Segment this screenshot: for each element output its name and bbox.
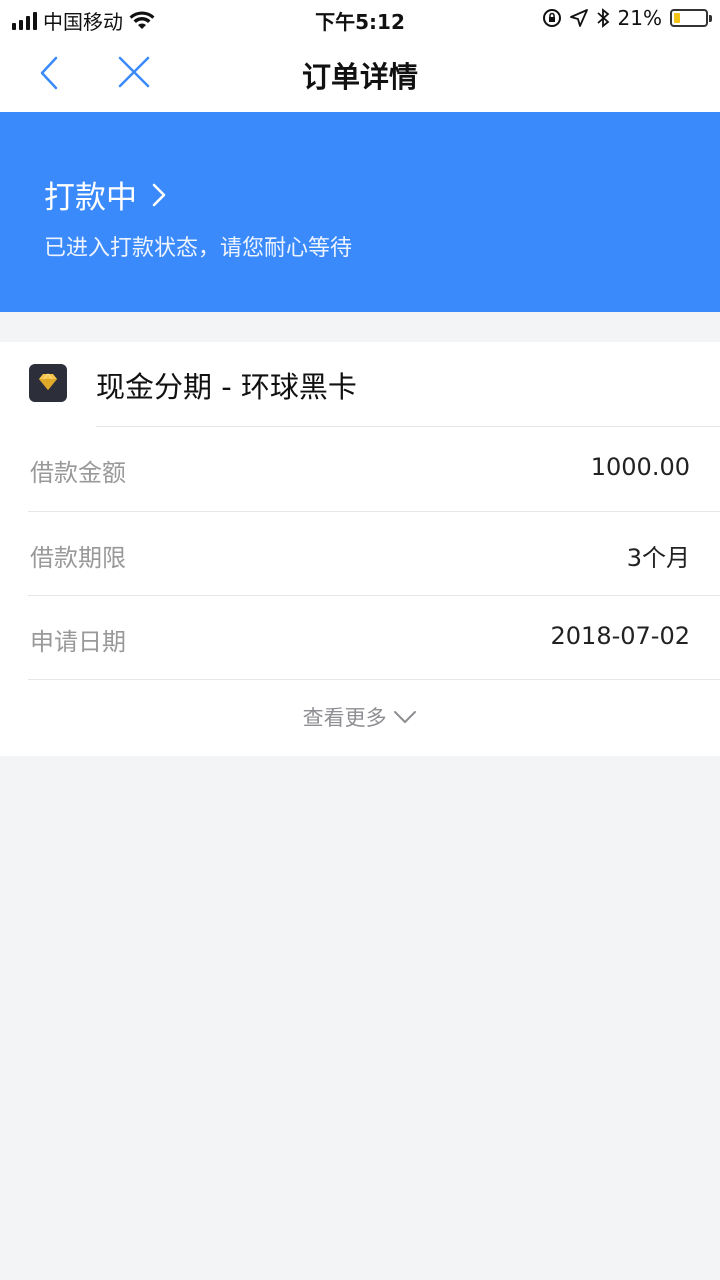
detail-row-amount: 借款金额 1000.00 [0,427,720,511]
battery-percent: 21% [617,6,662,30]
navigation-bar: 订单详情 [0,36,720,112]
product-row: 现金分期 - 环球黑卡 [0,342,720,426]
page-title: 订单详情 [301,60,418,94]
chevron-down-icon [394,711,417,723]
bluetooth-icon [596,8,609,28]
chevron-right-icon [152,183,166,206]
detail-label: 申请日期 [30,628,126,656]
view-more-button[interactable]: 查看更多 [0,702,720,732]
detail-label: 借款金额 [30,459,126,487]
divider [28,679,720,680]
status-banner: 打款中 已进入打款状态，请您耐心等待 [0,112,720,312]
diamond-icon [29,364,67,402]
order-detail-card: 现金分期 - 环球黑卡 借款金额 1000.00 借款期限 3个月 申请日期 2… [0,342,720,756]
detail-value: 3个月 [626,544,690,572]
location-icon [569,9,588,27]
detail-value: 2018-07-02 [550,622,690,650]
status-right: 21% [542,6,712,30]
status-bar: 中国移动 下午5:12 21% [0,0,720,36]
payment-status-link[interactable]: 打款中 [44,172,167,217]
view-more-label: 查看更多 [302,706,387,730]
battery-fill [674,13,680,23]
detail-value: 1000.00 [590,453,690,481]
detail-row-term: 借款期限 3个月 [0,512,720,596]
orientation-lock-icon [542,9,561,27]
payment-status-message: 已进入打款状态，请您耐心等待 [44,236,353,261]
battery-icon [670,9,712,27]
payment-status-label: 打款中 [44,180,137,216]
detail-row-date: 申请日期 2018-07-02 [0,596,720,680]
detail-label: 借款期限 [30,544,126,572]
product-name: 现金分期 - 环球黑卡 [96,370,357,404]
